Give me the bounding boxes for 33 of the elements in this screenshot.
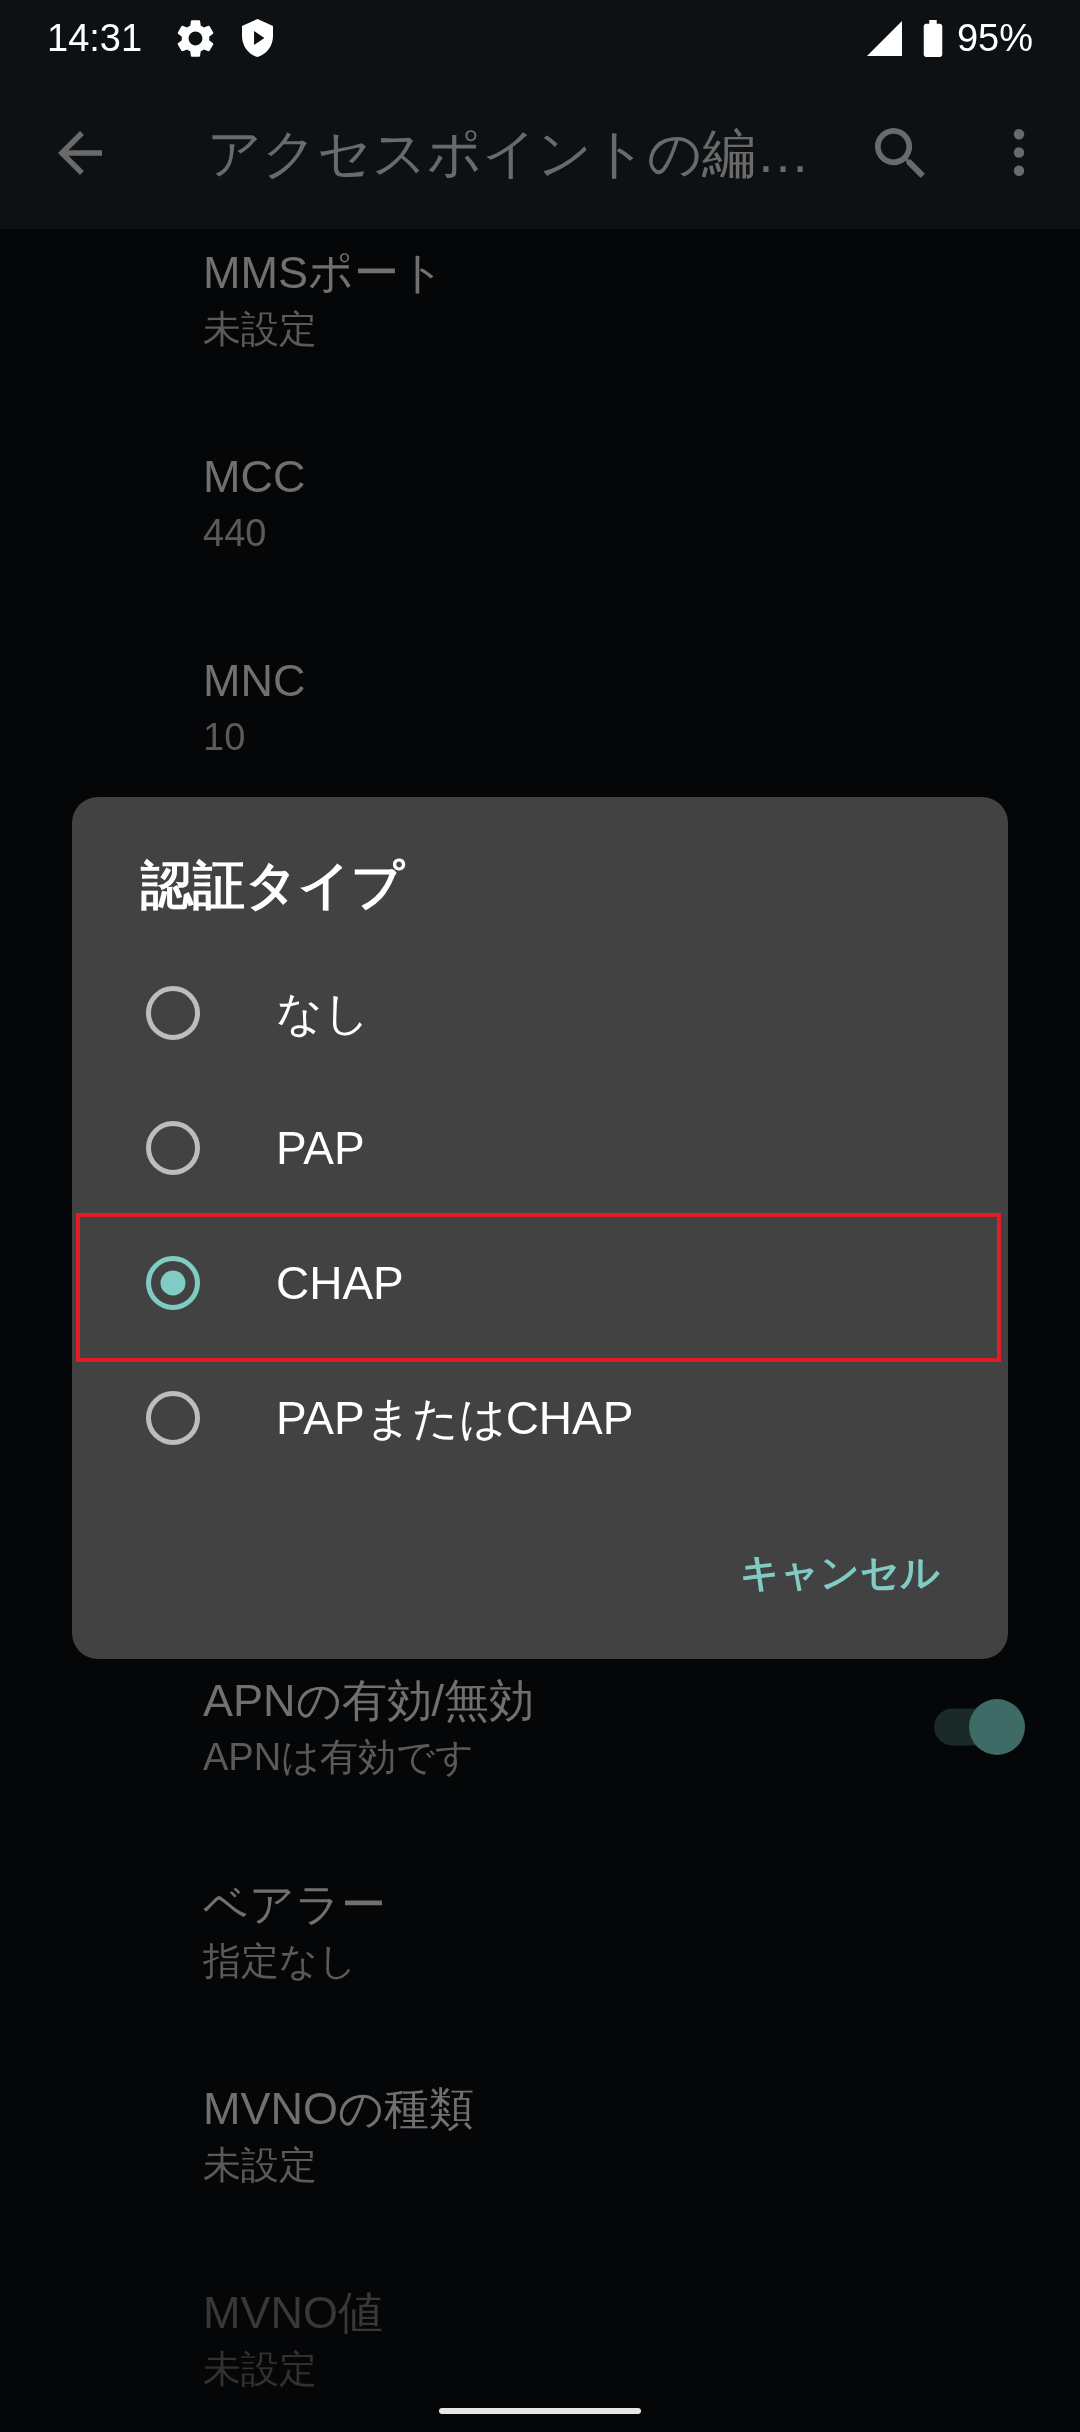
toggle-switch[interactable] xyxy=(934,1699,1025,1755)
option-label[interactable]: CHAP xyxy=(276,1254,404,1311)
more-options-icon[interactable] xyxy=(1012,129,1026,176)
battery-icon xyxy=(921,19,944,57)
battery-percent: 95% xyxy=(956,16,1033,60)
setting-summary: 440 xyxy=(203,511,267,556)
setting-summary: 未設定 xyxy=(203,307,317,352)
setting-summary: 未設定 xyxy=(203,2143,317,2188)
setting-title[interactable]: MCC xyxy=(203,447,306,507)
setting-title[interactable]: MNC xyxy=(203,651,306,711)
back-icon[interactable] xyxy=(58,130,102,175)
shield-icon xyxy=(242,19,274,57)
setting-title[interactable]: APNの有効/無効 xyxy=(203,1671,535,1731)
option-label[interactable]: PAPまたはCHAP xyxy=(276,1389,634,1446)
radio-button[interactable] xyxy=(146,1255,200,1310)
setting-summary: 10 xyxy=(203,715,246,760)
search-icon[interactable] xyxy=(875,127,925,178)
setting-summary: APNは有効です xyxy=(203,1735,475,1780)
option-label[interactable]: PAP xyxy=(276,1119,365,1176)
radio-button[interactable] xyxy=(146,1120,200,1175)
option-label[interactable]: なし xyxy=(276,984,370,1041)
setting-summary: 指定なし xyxy=(203,1939,357,1984)
radio-button[interactable] xyxy=(146,985,200,1040)
cancel-button[interactable]: キャンセル xyxy=(720,1525,960,1621)
dialog-title: 認証タイプ xyxy=(141,855,404,916)
setting-title[interactable]: MMSポート xyxy=(203,243,445,303)
screen-title: アクセスポイントの編… xyxy=(207,121,810,185)
radio-button[interactable] xyxy=(146,1390,200,1445)
clock-time: 14:31 xyxy=(47,16,143,60)
setting-title[interactable]: MVNOの種類 xyxy=(203,2079,474,2139)
setting-title[interactable]: ベアラー xyxy=(203,1875,386,1935)
settings-icon xyxy=(177,18,215,58)
signal-icon xyxy=(866,20,902,56)
